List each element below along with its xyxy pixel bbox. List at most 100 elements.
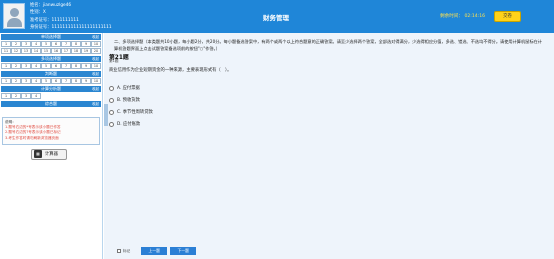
question-jump-button[interactable]: 20 [91, 48, 101, 54]
question-navigator: 单项选择题 收起 1 2 3 4 5 6 7 8 9 10 11 12 13 14 15 16 17 18 19 20 多项… [0, 33, 103, 259]
question-jump-button[interactable]: 9 [81, 41, 91, 47]
question-grid: 1 2 3 4 5 6 7 8 9 10 [0, 62, 102, 70]
section-header: 单项选择题 收起 [1, 34, 101, 40]
question-jump-button[interactable]: 1 [1, 41, 11, 47]
question-jump-button[interactable]: 1 [1, 63, 11, 69]
question-jump-button[interactable]: 10 [91, 63, 101, 69]
question-jump-button[interactable]: 12 [11, 48, 21, 54]
question-jump-button[interactable]: 5 [41, 41, 51, 47]
option-label: B. 预收货款 [117, 98, 140, 103]
section-description: 二、多项选择题（本类题共10小题，每小题2分，共20分。每小题备选答案中，有两个… [114, 39, 542, 51]
question-jump-button[interactable]: 7 [61, 78, 71, 84]
section-header: 综合题 收起 [1, 101, 101, 107]
page-title: 财务管理 [263, 14, 289, 22]
question-jump-button[interactable]: 10 [91, 41, 101, 47]
section-header: 计算分析题 收起 [1, 86, 101, 92]
question-sections: 单项选择题 收起 1 2 3 4 5 6 7 8 9 10 11 12 13 14 15 16 17 18 19 20 多项… [0, 34, 102, 113]
section-collapse-toggle[interactable]: 收起 [92, 34, 99, 40]
sidebar-toggle-handle[interactable] [104, 104, 108, 126]
question-area: 二、多项选择题（本类题共10小题，每小题2分，共20分。每小题备选答案中，有两个… [104, 33, 554, 259]
section-title: 单项选择题 [41, 34, 61, 39]
question-jump-button[interactable]: 5 [41, 78, 51, 84]
section-collapse-toggle[interactable]: 收起 [92, 86, 99, 92]
question-jump-button[interactable]: 2 [11, 63, 21, 69]
mark-checkbox[interactable] [117, 249, 121, 253]
question-jump-button[interactable]: 4 [31, 41, 41, 47]
option-radio[interactable] [109, 97, 114, 103]
prev-question-button[interactable]: 上一题 [141, 247, 168, 255]
question-stem: 商业信用作为企业短期资金的一种来源，主要表现形式有（ ）。 [109, 68, 232, 73]
section-title: 多项选择题 [41, 56, 61, 61]
question-jump-button[interactable]: 10 [91, 78, 101, 84]
timer-label: 剩余时间： [440, 14, 463, 19]
section-title: 判断题 [45, 71, 57, 76]
question-jump-button[interactable]: 4 [31, 78, 41, 84]
avatar [3, 3, 25, 29]
question-jump-button[interactable]: 15 [41, 48, 51, 54]
option-c[interactable]: C. 季节性周转贷款 [109, 109, 153, 115]
question-jump-button[interactable]: 13 [21, 48, 31, 54]
question-jump-button[interactable]: 6 [51, 41, 61, 47]
countdown-timer: 剩余时间： 02:14:16 [440, 13, 485, 19]
question-jump-button[interactable]: 8 [71, 63, 81, 69]
question-jump-button[interactable]: 4 [31, 93, 41, 99]
question-jump-button[interactable]: 2 [11, 41, 21, 47]
section-collapse-toggle[interactable]: 收起 [92, 71, 99, 77]
section-title: 计算分析题 [41, 86, 61, 91]
instruction-line: 3.考生作答时请勿刷新浏览器页面 [5, 135, 59, 140]
question-jump-button[interactable]: 2 [11, 78, 21, 84]
question-jump-button[interactable]: 18 [71, 48, 81, 54]
question-jump-button[interactable]: 2 [11, 93, 21, 99]
question-grid [0, 107, 102, 113]
submit-exam-button[interactable]: 交卷 [494, 11, 521, 22]
timer-value: 02:14:16 [464, 14, 486, 19]
question-jump-button[interactable]: 4 [31, 63, 41, 69]
calculator-button[interactable]: ▦ 计算器 [31, 148, 67, 160]
question-jump-button[interactable]: 3 [21, 93, 31, 99]
avatar-head-icon [10, 8, 19, 17]
option-radio[interactable] [109, 121, 114, 127]
option-radio[interactable] [109, 109, 114, 115]
question-jump-button[interactable]: 5 [41, 63, 51, 69]
section-title: 综合题 [45, 101, 57, 106]
candidate-gender: 性别：X [30, 10, 46, 16]
exam-ticket-number: 准考证号：1111111111 [30, 17, 79, 23]
question-jump-button[interactable]: 16 [51, 48, 61, 54]
question-jump-button[interactable]: 3 [21, 63, 31, 69]
question-jump-button[interactable]: 8 [71, 78, 81, 84]
section-header: 多项选择题 收起 [1, 56, 101, 62]
question-jump-button[interactable]: 3 [21, 78, 31, 84]
question-sub-number: 第1题 [109, 59, 119, 63]
question-jump-button[interactable]: 7 [61, 41, 71, 47]
question-jump-button[interactable]: 6 [51, 63, 61, 69]
question-jump-button[interactable]: 7 [61, 63, 71, 69]
question-jump-button[interactable]: 11 [1, 48, 11, 54]
option-a[interactable]: A. 应付票据 [109, 85, 140, 91]
question-jump-button[interactable]: 17 [61, 48, 71, 54]
question-jump-button[interactable]: 9 [81, 78, 91, 84]
option-d[interactable]: D. 应付账款 [109, 121, 140, 127]
section-collapse-toggle[interactable]: 收起 [92, 56, 99, 62]
question-footer: 标记 上一题 下一题 [117, 247, 199, 255]
question-jump-button[interactable]: 9 [81, 63, 91, 69]
option-label: D. 应付账款 [117, 122, 141, 127]
question-jump-button[interactable]: 1 [1, 93, 11, 99]
question-jump-button[interactable]: 19 [81, 48, 91, 54]
option-label: A. 应付票据 [117, 86, 140, 91]
option-radio[interactable] [109, 85, 114, 91]
question-jump-button[interactable]: 6 [51, 78, 61, 84]
question-jump-button[interactable]: 3 [21, 41, 31, 47]
section-collapse-toggle[interactable]: 收起 [92, 101, 99, 107]
section-header: 判断题 收起 [1, 71, 101, 77]
question-jump-button[interactable]: 1 [1, 78, 11, 84]
mark-label: 标记 [123, 248, 131, 253]
calculator-icon: ▦ [34, 150, 42, 159]
header-bar: 姓名：jianwuzlge46 性别：X 准考证号：1111111111 身份证… [0, 0, 554, 33]
question-grid: 1 2 3 4 5 6 7 8 9 10 11 12 13 14 15 16 17 18 19 20 [0, 40, 102, 55]
option-b[interactable]: B. 预收货款 [109, 97, 140, 103]
next-question-button[interactable]: 下一题 [170, 247, 197, 255]
question-jump-button[interactable]: 8 [71, 41, 81, 47]
question-jump-button[interactable]: 14 [31, 48, 41, 54]
question-grid: 1234 [0, 92, 102, 100]
candidate-info: 姓名：jianwuzlge46 性别：X 准考证号：1111111111 身份证… [30, 2, 112, 31]
